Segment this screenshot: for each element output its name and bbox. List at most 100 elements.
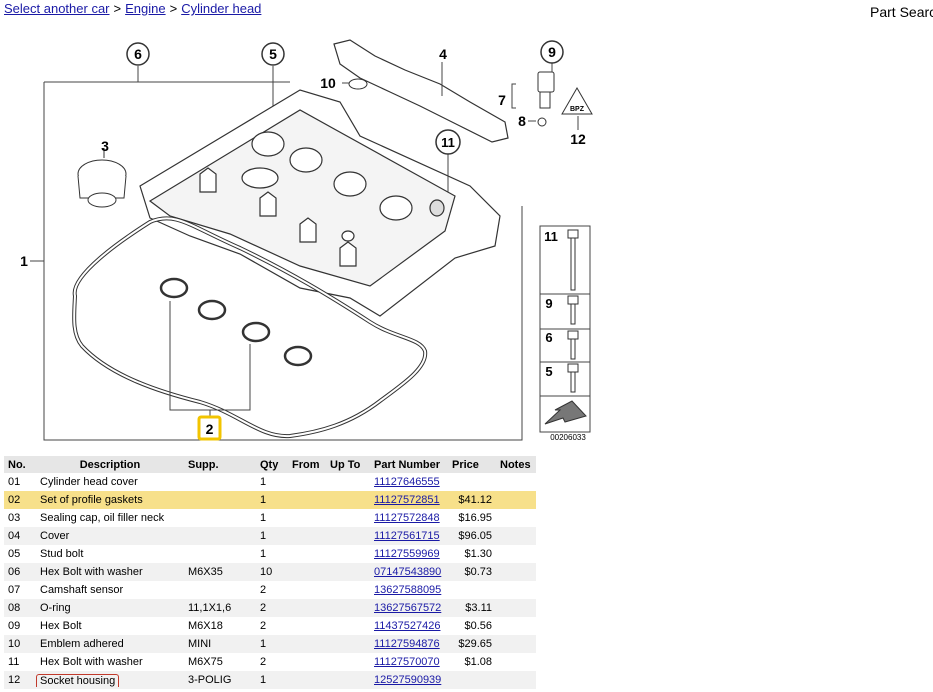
spark-plug-seals (159, 277, 313, 367)
col-from: From (288, 456, 326, 473)
row-notes (496, 599, 536, 617)
part-number-link[interactable]: 11127570070 (374, 656, 440, 668)
row-qty: 10 (256, 563, 288, 581)
row-price (448, 581, 496, 599)
row-description: Hex Bolt (40, 620, 82, 632)
row-part-number: 11127570070 (370, 653, 448, 671)
table-row-selected[interactable]: 02 Set of profile gaskets 1 11127572851 … (4, 491, 536, 509)
row-from (288, 635, 326, 653)
table-row[interactable]: 03 Sealing cap, oil filler neck 1 111275… (4, 509, 536, 527)
row-supp (184, 545, 256, 563)
callout-1: 1 (20, 253, 28, 269)
table-row[interactable]: 06 Hex Bolt with washer M6X35 10 0714754… (4, 563, 536, 581)
row-up-to (326, 671, 370, 689)
part-number-link[interactable]: 11127572851 (374, 494, 440, 506)
row-no: 05 (8, 548, 21, 560)
breadcrumb-link-select-car[interactable]: Select another car (4, 1, 110, 16)
bolt-legend-11: 11 (544, 229, 558, 244)
part-number-link[interactable]: 07147543890 (374, 566, 441, 578)
table-row[interactable]: 11 Hex Bolt with washer M6X75 2 11127570… (4, 653, 536, 671)
row-description: Camshaft sensor (40, 584, 124, 596)
camshaft-sensor (537, 71, 555, 127)
table-row[interactable]: 08 O-ring 11,1X1,6 2 13627567572 $3.11 (4, 599, 536, 617)
row-qty: 1 (256, 527, 288, 545)
part-number-link[interactable]: 11437527426 (374, 620, 440, 632)
row-no: 06 (4, 563, 36, 581)
row-from (288, 581, 326, 599)
row-price: $16.95 (458, 512, 492, 524)
table-row[interactable]: 10 Emblem adhered MINI 1 11127594876 $29… (4, 635, 536, 653)
part-number-link[interactable]: 11127594876 (374, 638, 440, 650)
table-row[interactable]: 09 Hex Bolt M6X18 2 11437527426 $0.56 (4, 617, 536, 635)
breadcrumb-link-engine[interactable]: Engine (125, 1, 165, 16)
row-price: $0.56 (464, 620, 492, 632)
row-no: 11 (8, 656, 20, 668)
row-notes (496, 473, 536, 491)
row-price: $1.30 (464, 548, 492, 560)
callout-8: 8 (518, 113, 526, 129)
row-description: Hex Bolt with washer (36, 563, 184, 581)
callout-12: 12 (570, 131, 586, 147)
row-supp: M6X18 (188, 620, 223, 632)
row-no: 02 (4, 491, 36, 509)
row-qty: 1 (256, 635, 288, 653)
row-notes (496, 545, 536, 563)
row-up-to (326, 545, 370, 563)
row-part-number: 07147543890 (370, 563, 448, 581)
callout-2: 2 (206, 421, 214, 437)
row-up-to (326, 653, 370, 671)
cylinder-head-cover (139, 89, 501, 317)
part-number-link[interactable]: 13627567572 (374, 602, 441, 614)
callout-4: 4 (439, 46, 447, 62)
col-up-to: Up To (326, 456, 370, 473)
part-number-link[interactable]: 12527590939 (374, 674, 441, 686)
row-up-to (326, 581, 370, 599)
table-row[interactable]: 04 Cover 1 11127561715 $96.05 (4, 527, 536, 545)
row-supp: 3-POLIG (184, 671, 256, 689)
row-part-number: 11127572848 (370, 509, 448, 527)
row-description: Cover (36, 527, 184, 545)
part-number-link[interactable]: 11127561715 (374, 530, 440, 542)
row-from (288, 617, 326, 635)
row-from (288, 545, 326, 563)
part-number-link[interactable]: 11127559969 (374, 548, 440, 560)
row-notes (496, 617, 536, 635)
row-supp (184, 509, 256, 527)
row-qty: 2 (260, 656, 267, 668)
table-header-row: No. Description Supp. Qty From Up To Par… (4, 456, 536, 473)
breadcrumb-link-cylinder-head[interactable]: Cylinder head (181, 1, 261, 16)
row-description: Sealing cap, oil filler neck (40, 512, 165, 524)
row-notes (496, 527, 536, 545)
row-price: $3.11 (448, 599, 496, 617)
row-description-text: Socket housing (36, 673, 120, 687)
row-notes (496, 653, 536, 671)
table-row[interactable]: 07 Camshaft sensor 2 13627588095 (4, 581, 536, 599)
row-part-number: 11127594876 (370, 635, 448, 653)
callout-5: 5 (269, 46, 277, 62)
row-notes (496, 563, 536, 581)
part-search-link[interactable]: Part Search (870, 4, 933, 20)
cover-part (333, 39, 509, 143)
bolt-legend-6: 6 (545, 330, 552, 345)
part-number-link[interactable]: 13627588095 (374, 584, 441, 596)
row-qty: 1 (256, 671, 288, 689)
table-row[interactable]: 05 Stud bolt 1 11127559969 $1.30 (4, 545, 536, 563)
col-part-number: Part Number (370, 456, 448, 473)
row-qty: 2 (260, 584, 267, 596)
parts-table-body: 01 Cylinder head cover 1 11127646555 02 … (4, 473, 536, 689)
row-from (288, 473, 326, 491)
table-row[interactable]: 12 Socket housing 3-POLIG 1 12527590939 (4, 671, 536, 689)
row-price: $96.05 (448, 527, 496, 545)
callout-11: 11 (441, 135, 455, 150)
breadcrumb: Select another car > Engine > Cylinder head (4, 1, 261, 16)
row-description: O-ring (36, 599, 184, 617)
callout-3: 3 (101, 138, 109, 154)
row-notes (496, 671, 536, 689)
row-qty: 1 (256, 491, 288, 509)
row-up-to (326, 509, 370, 527)
part-number-link[interactable]: 11127572848 (374, 512, 440, 524)
row-part-number: 11127559969 (370, 545, 448, 563)
table-row[interactable]: 01 Cylinder head cover 1 11127646555 (4, 473, 536, 491)
bolt-legend-9: 9 (545, 296, 552, 311)
part-number-link[interactable]: 11127646555 (374, 476, 440, 488)
